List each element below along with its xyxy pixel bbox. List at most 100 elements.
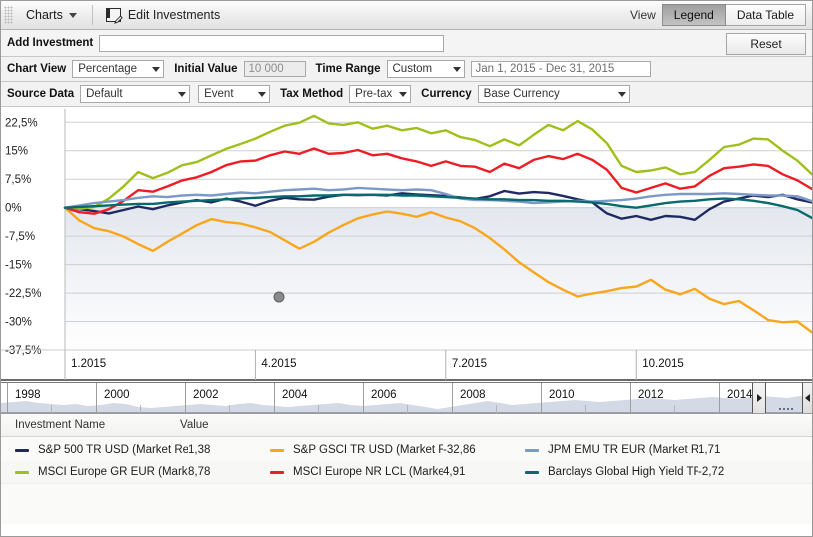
legend-item-name: MSCI Europe NR LCL (Market... <box>293 466 443 478</box>
chevron-down-icon <box>399 91 408 97</box>
range-year-2006: 2006 <box>371 389 397 401</box>
view-segmented-control: Legend Data Table <box>661 4 806 26</box>
chart-canvas: 22,5% 15% 7,5% 0% -7,5% -15% -22,5% -30% -37,5% 1… <box>1 107 812 382</box>
charts-menu-button[interactable]: Charts <box>17 5 86 25</box>
svg-text:1.2015: 1.2015 <box>71 358 106 370</box>
range-minor-tick <box>496 405 497 413</box>
legend-item[interactable]: S&P GSCI TR USD (Market R... -32,86 <box>270 444 525 456</box>
legend-header-row: Investment Name Value <box>1 414 812 437</box>
source-data-row: Source Data Default Event Tax Method Pre… <box>1 82 812 107</box>
svg-text:15%: 15% <box>5 146 28 158</box>
range-gridline <box>7 383 8 413</box>
legend-item[interactable]: JPM EMU TR EUR (Market Ret...1,71 <box>525 444 780 456</box>
time-range-value: Custom <box>392 63 433 75</box>
source-data-select[interactable]: Default <box>80 85 191 103</box>
legend-filler <box>1 483 812 524</box>
legend-item[interactable]: S&P 500 TR USD (Market Ret... 1,38 <box>15 444 270 456</box>
toolbar-divider <box>91 5 93 25</box>
svg-text:7,5%: 7,5% <box>5 174 31 186</box>
range-year-2004: 2004 <box>282 389 308 401</box>
range-minor-tick <box>51 405 52 413</box>
chart-view-label: Chart View <box>7 63 67 75</box>
view-label: View <box>630 8 656 22</box>
tab-data-table[interactable]: Data Table <box>725 4 806 26</box>
range-gridline <box>541 383 542 413</box>
chart-view-row: Chart View Percentage Initial Value Time… <box>1 57 812 82</box>
chevron-down-icon <box>152 66 161 72</box>
svg-text:-37,5%: -37,5% <box>5 345 41 357</box>
chevron-down-icon <box>452 66 461 72</box>
legend-panel: Investment Name Value S&P 500 TR USD (Ma… <box>1 414 812 524</box>
range-handle-left[interactable] <box>752 383 766 413</box>
legend-col-name: Investment Name <box>15 419 106 431</box>
add-investment-input[interactable] <box>99 34 445 52</box>
svg-text:-22,5%: -22,5% <box>5 288 41 300</box>
currency-select[interactable]: Base Currency <box>477 85 630 103</box>
legend-rows: S&P 500 TR USD (Market Ret... 1,38 S&P GSC… <box>1 437 812 483</box>
edit-investments-button[interactable]: Edit Investments <box>99 5 227 26</box>
legend-item-value: 4,91 <box>443 466 466 478</box>
currency-label: Currency <box>421 88 472 100</box>
arrow-left-icon <box>805 394 810 402</box>
legend-item-name: S&P GSCI TR USD (Market R... <box>293 444 443 456</box>
tab-legend[interactable]: Legend <box>661 4 726 26</box>
range-gridline <box>719 383 720 413</box>
range-gridline <box>363 383 364 413</box>
svg-text:4.2015: 4.2015 <box>261 358 296 370</box>
legend-item[interactable]: Barclays Global High Yield TR... -2,72 <box>525 466 780 478</box>
chart-view-select[interactable]: Percentage <box>72 60 165 78</box>
range-year-2012: 2012 <box>638 389 664 401</box>
range-gridline <box>452 383 453 413</box>
chart-view-value: Percentage <box>78 63 138 75</box>
reset-button[interactable]: Reset <box>726 33 806 55</box>
currency-value: Base Currency <box>483 88 560 100</box>
range-year-2002: 2002 <box>193 389 219 401</box>
range-year-1998: 1998 <box>15 389 41 401</box>
svg-text:0%: 0% <box>5 203 22 215</box>
date-range-input[interactable] <box>470 61 651 77</box>
time-range-select[interactable]: Custom <box>386 60 465 78</box>
event-select[interactable]: Event <box>198 85 271 103</box>
legend-item-name: JPM EMU TR EUR (Market Ret... <box>548 444 698 456</box>
range-grip-dots[interactable] <box>778 407 794 411</box>
source-data-label: Source Data <box>7 88 75 100</box>
chevron-down-icon <box>617 91 626 97</box>
event-value: Event <box>204 88 234 100</box>
range-gridline <box>274 383 275 413</box>
edit-investments-icon <box>105 7 123 24</box>
charts-menu-label: Charts <box>26 8 63 22</box>
svg-text:-15%: -15% <box>5 260 32 272</box>
range-gridline <box>630 383 631 413</box>
legend-item-value: 1,71 <box>698 444 721 456</box>
menu-bar: Charts Edit Investments View Legend Data… <box>1 1 812 30</box>
svg-text:-30%: -30% <box>5 317 32 329</box>
legend-row[interactable]: S&P 500 TR USD (Market Ret... 1,38 S&P GSC… <box>1 439 812 461</box>
range-minor-tick <box>407 405 408 413</box>
svg-text:7.2015: 7.2015 <box>452 358 487 370</box>
range-year-2008: 2008 <box>460 389 486 401</box>
legend-row[interactable]: MSCI Europe GR EUR (Market...8,78MSCI Eu… <box>1 461 812 483</box>
toolbar-grip[interactable] <box>4 6 13 24</box>
svg-text:-7,5%: -7,5% <box>5 231 35 243</box>
pencil-icon <box>113 14 123 24</box>
chevron-down-icon <box>178 91 187 97</box>
legend-color-swatch <box>15 448 29 452</box>
range-handle-right[interactable] <box>802 383 812 413</box>
range-year-2000: 2000 <box>104 389 130 401</box>
add-investment-label: Add Investment <box>7 37 94 49</box>
legend-color-swatch <box>15 470 29 474</box>
legend-item[interactable]: MSCI Europe GR EUR (Market...8,78 <box>15 466 270 478</box>
legend-item-value: 8,78 <box>188 466 211 478</box>
time-range-label: Time Range <box>315 63 381 75</box>
range-gridline <box>96 383 97 413</box>
edit-investments-label: Edit Investments <box>127 8 221 22</box>
source-data-value: Default <box>86 88 123 100</box>
legend-item[interactable]: MSCI Europe NR LCL (Market... 4,91 <box>270 466 525 478</box>
initial-value-input[interactable] <box>243 61 306 77</box>
performance-chart[interactable]: 22,5% 15% 7,5% 0% -7,5% -15% -22,5% -30% -37,5% 1… <box>1 107 812 382</box>
legend-item-value: -2,72 <box>698 466 725 478</box>
legend-item-value: 1,38 <box>188 444 211 456</box>
range-year-2010: 2010 <box>549 389 575 401</box>
tax-method-select[interactable]: Pre-tax <box>349 85 412 103</box>
timeline-range-selector[interactable]: 1998 2000 2002 2004 2006 2008 2010 2012 2014 <box>1 382 812 414</box>
